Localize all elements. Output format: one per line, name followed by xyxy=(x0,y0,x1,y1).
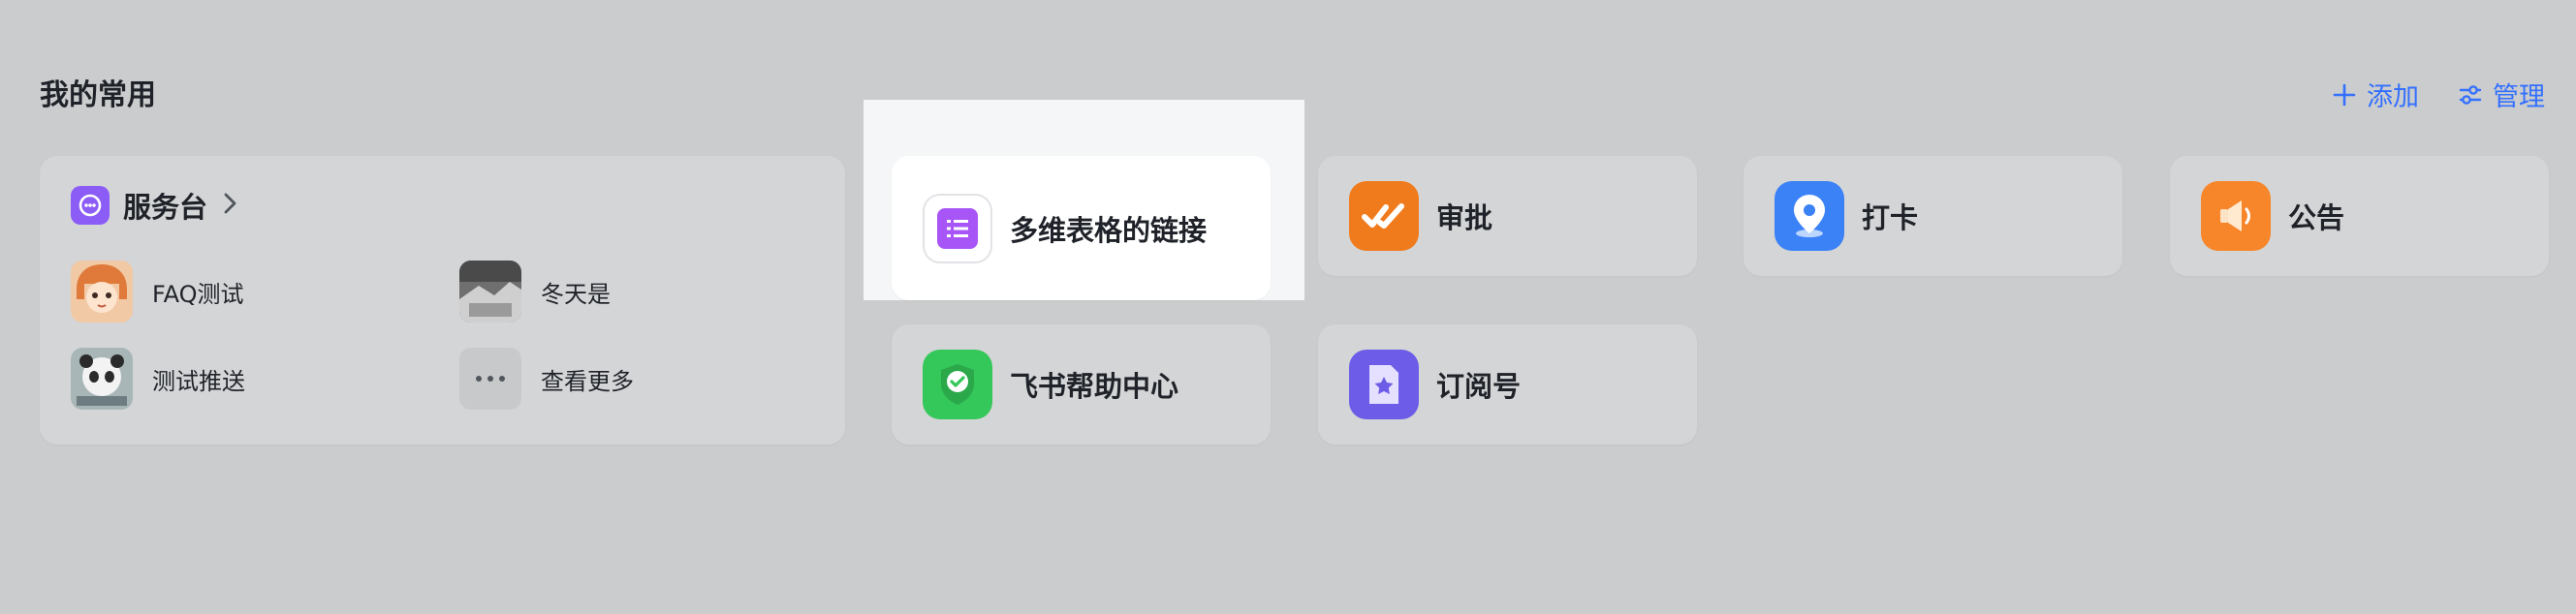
help-shield-icon xyxy=(923,350,992,419)
service-desk-item-winter[interactable]: 冬天是 xyxy=(459,261,611,322)
service-desk-title: 服务台 xyxy=(123,191,208,224)
location-pin-icon xyxy=(1775,181,1844,251)
manage-button[interactable]: 管理 xyxy=(2458,76,2545,113)
service-desk-item-faq[interactable]: FAQ测试 xyxy=(71,261,244,322)
list-icon xyxy=(923,193,992,263)
add-label: 添加 xyxy=(2367,82,2419,112)
common-apps-panel: 我的常用 添加 管理 服务台 FAQ测试 冬天是 测试推送 查看更多 多维表格的… xyxy=(0,0,2576,614)
app-approval[interactable]: 审批 xyxy=(1318,156,1697,276)
photo-thumbnail-icon xyxy=(459,261,521,322)
service-desk-item-label: FAQ测试 xyxy=(152,280,244,308)
anime-avatar-icon xyxy=(71,261,133,322)
service-desk-card: 服务台 FAQ测试 冬天是 测试推送 查看更多 xyxy=(40,156,845,445)
add-button[interactable]: 添加 xyxy=(2332,76,2419,113)
app-label: 公告 xyxy=(2288,201,2345,234)
manage-label: 管理 xyxy=(2493,82,2545,112)
app-label: 订阅号 xyxy=(1436,370,1522,403)
double-check-icon xyxy=(1349,181,1419,251)
app-subscription[interactable]: 订阅号 xyxy=(1318,324,1697,445)
app-bitable-link[interactable]: 多维表格的链接 xyxy=(892,156,1271,300)
app-announcement[interactable]: 公告 xyxy=(2170,156,2549,276)
section-title: 我的常用 xyxy=(40,78,156,112)
chevron-right-icon xyxy=(221,190,238,221)
app-help-center[interactable]: 飞书帮助中心 xyxy=(892,324,1271,445)
panda-avatar-icon xyxy=(71,348,133,410)
app-label: 多维表格的链接 xyxy=(1010,213,1208,247)
service-desk-header[interactable]: 服务台 xyxy=(71,185,238,226)
header-actions: 添加 管理 xyxy=(2332,76,2545,113)
service-desk-item-push-test[interactable]: 测试推送 xyxy=(71,348,245,410)
app-label: 审批 xyxy=(1436,201,1493,234)
app-check-in[interactable]: 打卡 xyxy=(1744,156,2122,276)
plus-icon xyxy=(2332,82,2357,107)
app-label: 飞书帮助中心 xyxy=(1010,370,1179,403)
app-label: 打卡 xyxy=(1862,201,1919,234)
service-desk-icon xyxy=(71,186,110,225)
megaphone-icon xyxy=(2201,181,2271,251)
service-desk-item-label: 冬天是 xyxy=(541,280,611,308)
service-desk-item-label: 查看更多 xyxy=(541,367,634,395)
star-document-icon xyxy=(1349,350,1419,419)
service-desk-item-label: 测试推送 xyxy=(152,367,245,395)
sliders-icon xyxy=(2458,82,2483,107)
service-desk-more[interactable]: 查看更多 xyxy=(459,348,634,410)
more-dots-icon xyxy=(459,348,521,410)
